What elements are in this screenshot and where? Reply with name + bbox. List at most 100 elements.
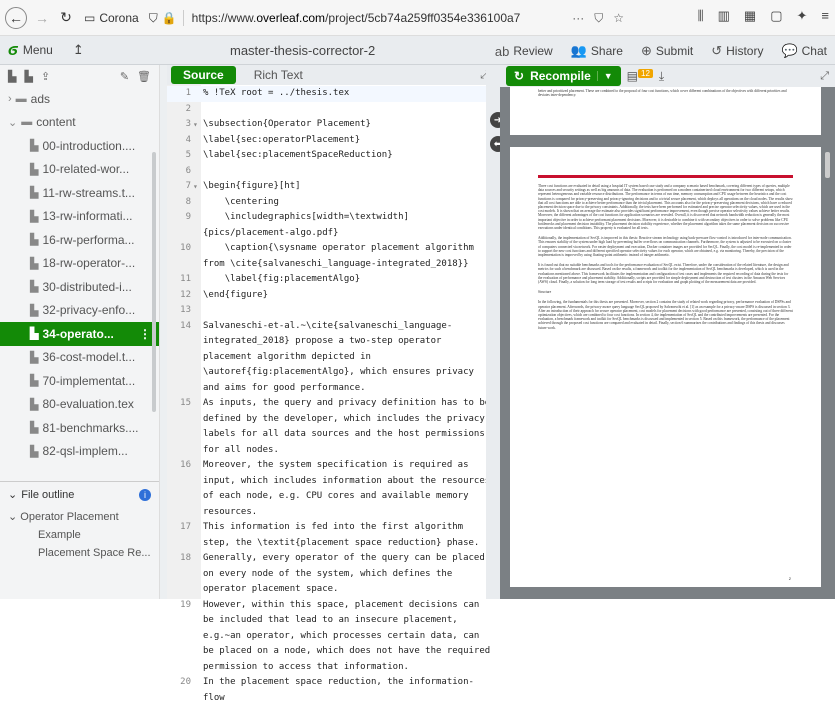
chat-button[interactable]: 💬 Chat [781, 43, 827, 59]
overleaf-logo-icon: ϭ [8, 40, 18, 59]
delete-icon[interactable]: 🗑 [137, 70, 151, 83]
pdf-page[interactable]: better and prioritized placement. These … [510, 87, 821, 135]
sidebar-file[interactable]: ▙ 10-related-wor... [0, 158, 159, 182]
recompile-dropdown-icon[interactable]: ▼ [596, 71, 613, 81]
code-lines[interactable]: 1% !TeX root = ../thesis.tex 2 3 ▾ \subsecti… [167, 86, 495, 706]
sidebar-icon[interactable]: ▥ [718, 8, 730, 24]
code-line[interactable]: 9 \includegraphics[width=\textwidth]{pic… [167, 210, 495, 241]
code-line[interactable]: 15 As inputs, the query and privacy defin… [167, 396, 495, 458]
history-button[interactable]: ↺ History [711, 43, 763, 59]
code-line[interactable]: 3 ▾ \subsection{Operator Placement} [167, 117, 495, 133]
file-outline-header[interactable]: ⌄ File outline i [0, 482, 159, 507]
code-line[interactable]: 7 ▾ \begin{figure}[ht] [167, 179, 495, 195]
code-line[interactable]: 20 In the placement space reduction, the … [167, 675, 495, 706]
back-button[interactable]: ← [5, 6, 27, 29]
library-icon[interactable]: ⫼ [698, 8, 704, 24]
outline-item[interactable]: ⌄ Operator Placement [0, 507, 159, 526]
review-button[interactable]: ab Review [495, 43, 553, 59]
fold-toggle-icon[interactable]: ▾ [193, 179, 201, 195]
upload-icon[interactable]: ↥ [73, 42, 84, 58]
file-tree-scrollbar[interactable] [152, 152, 156, 412]
upload-file-icon[interactable]: ⇪ [41, 70, 50, 83]
download-pdf-icon[interactable]: ⤓ [659, 69, 664, 84]
file-menu-icon[interactable]: ⋮ [139, 327, 151, 341]
sidebar-file[interactable]: ▙ 00-introduction.... [0, 134, 159, 158]
code-line[interactable]: 14 Salvaneschi-et-al.~\cite{salvaneschi_l… [167, 319, 495, 397]
sidebar-file[interactable]: ▙ 70-implementat... [0, 369, 159, 393]
url-host: overleaf.com [256, 11, 326, 25]
tab-rich-text[interactable]: Rich Text [242, 66, 315, 84]
line-number: 2 [185, 103, 191, 114]
reload-button[interactable]: ↻ [55, 7, 77, 29]
code-line[interactable]: 12 \end{figure} [167, 288, 495, 304]
code-text: \end{figure} [203, 289, 269, 300]
submit-button[interactable]: ⊕ Submit [641, 43, 693, 59]
url-text[interactable]: https://www.overleaf.com/project/5cb74a2… [192, 11, 521, 25]
code-line[interactable]: 8 \centering [167, 195, 495, 211]
code-line[interactable]: 19 However, within this space, placement … [167, 598, 495, 676]
pocket-icon[interactable]: ⛉ [594, 11, 603, 26]
code-line[interactable]: 2 [167, 102, 495, 118]
sidebar-file[interactable]: ▙ 80-evaluation.tex [0, 393, 159, 417]
expand-icon[interactable]: ⤢ [820, 70, 829, 83]
tab-source[interactable]: Source [171, 66, 236, 84]
chevron-down-icon: ⌄ [8, 489, 18, 501]
code-line[interactable]: 6 [167, 164, 495, 180]
code-editor[interactable]: Source Rich Text ⤢ 1 % !TeX root = ../the… [167, 65, 495, 703]
pdf-text: Additionally, the implementation of SecQ… [538, 236, 792, 258]
url-bar[interactable]: ▭ Corona ⛉ 🔒 https://www.overleaf.com/pr… [84, 5, 624, 31]
pdf-toolbar: ↻ Recompile ▼ ▤ 12 ⤓ ⤢ [500, 65, 835, 87]
panel-resizer[interactable] [160, 65, 167, 599]
code-line[interactable]: 16 Moreover, the system specification is … [167, 458, 495, 520]
code-line[interactable]: 4 \label{sec:operatorPlacement} [167, 133, 495, 149]
file-icon: ▙ [30, 210, 39, 223]
file-tree-panel: ▙ ▙ ⇪ ✎ 🗑 › ▬ ads ⌄ ▬ content ▙ 00-introduction… [0, 65, 160, 599]
outline-item[interactable]: Example [0, 526, 159, 544]
sidebar-file[interactable]: ▙ 16-rw-performa... [0, 228, 159, 252]
screenshot-icon[interactable]: ▢ [770, 8, 782, 24]
sidebar-file[interactable]: ▙ 11-rw-streams.t... [0, 181, 159, 205]
site-identity[interactable]: ▭ Corona ⛉ 🔒 [84, 10, 184, 26]
page-actions-button[interactable]: ··· [572, 11, 584, 26]
sidebar-file[interactable]: ▙ 82-qsl-implem... [0, 440, 159, 464]
code-line[interactable]: 11 \label{fig:placementAlgo} [167, 272, 495, 288]
code-line[interactable]: 17 This information is fed into the first… [167, 520, 495, 551]
code-line[interactable]: 13 [167, 303, 495, 319]
sidebar-file[interactable]: ▙ 81-benchmarks.... [0, 416, 159, 440]
info-icon[interactable]: i [139, 488, 151, 501]
rename-icon[interactable]: ✎ [120, 70, 129, 83]
new-file-icon[interactable]: ▙ [8, 70, 16, 83]
bookmark-star-icon[interactable]: ☆ [613, 11, 624, 26]
code-line[interactable]: 10 \caption{\sysname operator placement … [167, 241, 495, 272]
pdf-scrollbar[interactable] [825, 152, 830, 178]
project-title[interactable]: master-thesis-corrector-2 [230, 43, 375, 58]
hamburger-menu-icon[interactable]: ≡ [821, 8, 829, 24]
new-folder-icon[interactable]: ▙ [24, 70, 32, 83]
extension-icon[interactable]: ✦ [797, 8, 808, 24]
recompile-button[interactable]: ↻ Recompile ▼ [506, 66, 621, 86]
menu-button[interactable]: ϭ Menu [8, 40, 53, 60]
code-line[interactable]: 18 Generally, every operator of the query… [167, 551, 495, 598]
outline-item-label: Operator Placement [20, 511, 119, 523]
sidebar-folder[interactable]: ⌄ ▬ content [0, 111, 159, 135]
sidebar-file[interactable]: ▙ 32-privacy-enfo... [0, 299, 159, 323]
fold-toggle-icon[interactable]: ▾ [193, 117, 201, 133]
grid-icon[interactable]: ▦ [744, 8, 756, 24]
sidebar-file[interactable]: ▙ 30-distributed-i... [0, 275, 159, 299]
forward-button[interactable]: → [31, 7, 53, 29]
sidebar-file[interactable]: ▙ 34-operato... ⋮ [0, 322, 159, 346]
code-line[interactable]: 5 \label{sec:placementSpaceReduction} [167, 148, 495, 164]
file-icon: ▙ [30, 398, 39, 411]
outline-item[interactable]: Placement Space Re... [0, 544, 159, 562]
code-line[interactable]: 1 % !TeX root = ../thesis.tex [167, 86, 495, 102]
sidebar-folder[interactable]: › ▬ ads [0, 87, 159, 111]
share-button[interactable]: 👥 Share [571, 43, 623, 59]
sidebar-file[interactable]: ▙ 18-rw-operator-... [0, 252, 159, 276]
sidebar-file[interactable]: ▙ 36-cost-model.t... [0, 346, 159, 370]
pdf-page[interactable]: Three cost functions are evaluated in de… [510, 147, 821, 587]
logs-button[interactable]: ▤ 12 [627, 67, 653, 85]
users-icon: 👥 [570, 43, 587, 58]
sidebar-file[interactable]: ▙ 13-rw-informati... [0, 205, 159, 229]
lock-icon: 🔒 [161, 11, 177, 25]
